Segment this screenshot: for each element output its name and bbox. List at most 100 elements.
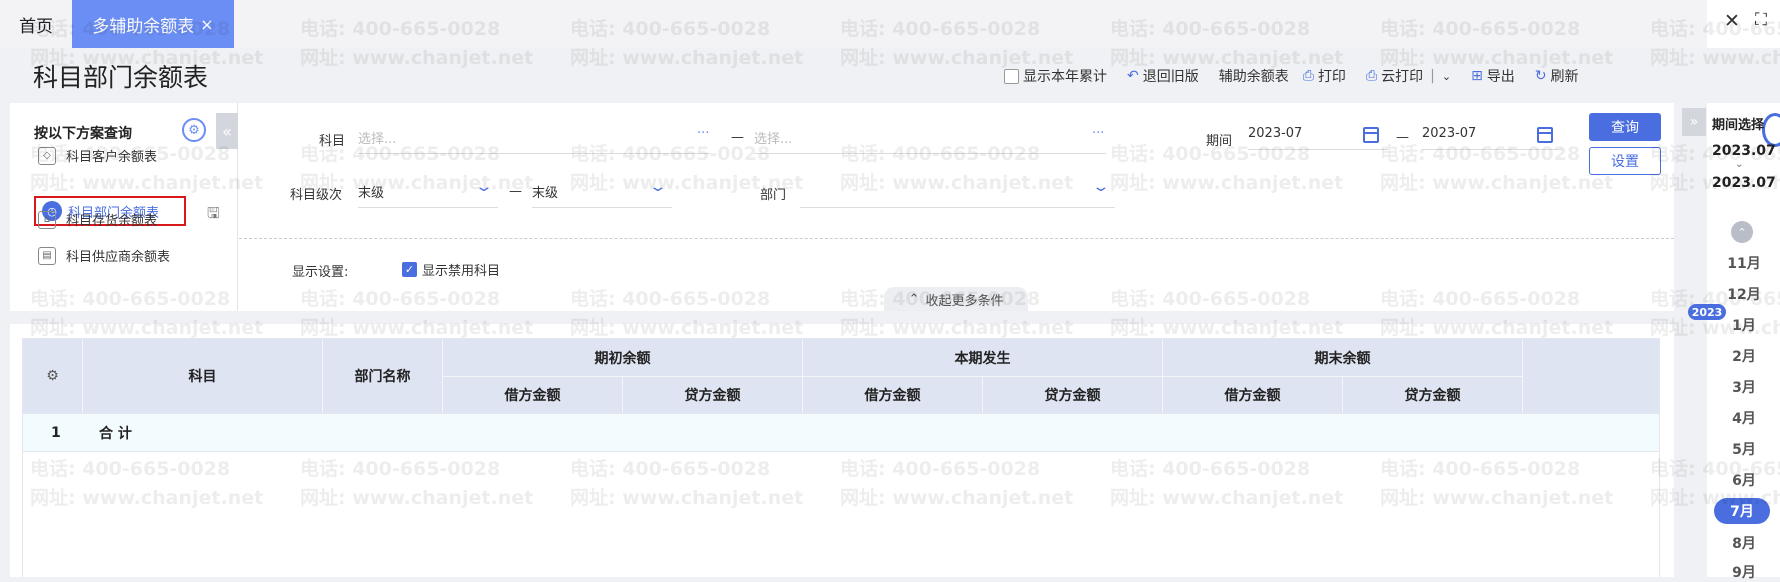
col-group-current: 本期发生: [803, 339, 1163, 376]
col-group-opening: 期初余额: [443, 339, 803, 376]
display-settings-label: 显示设置:: [292, 265, 349, 280]
aux-balance-label: 辅助余额表: [1218, 69, 1289, 85]
collapse-more-label: 收起更多条件: [925, 293, 1004, 309]
col-subject[interactable]: 科目: [83, 339, 323, 413]
collapse-more-button[interactable]: ⌃ 收起更多条件: [884, 287, 1028, 311]
close-icon[interactable]: ✕: [1724, 10, 1740, 32]
chevron-up-icon: ⌃: [908, 291, 920, 307]
printer-icon: ⎙: [1302, 68, 1314, 84]
scheme-title: 按以下方案查询: [34, 126, 132, 142]
month-item[interactable]: 4月: [1726, 408, 1762, 428]
scheme-item-label: 科目存货余额表: [66, 214, 158, 229]
chevron-down-icon[interactable]: ⌄: [1442, 70, 1451, 83]
col-current-credit[interactable]: 贷方金额: [983, 376, 1163, 413]
print-button[interactable]: ⎙ 打印: [1303, 66, 1346, 86]
level-to-value: 末级: [532, 186, 559, 201]
month-item[interactable]: 12月: [1726, 284, 1762, 304]
chevron-down-icon[interactable]: ⌄: [474, 179, 493, 195]
table-row[interactable]: 1 合 计: [22, 414, 1660, 452]
separator: |: [1430, 68, 1435, 84]
refresh-button[interactable]: ↻ 刷新: [1535, 66, 1579, 86]
period-panel-title: 期间选择: [1712, 118, 1765, 133]
chevron-down-icon[interactable]: ⌄: [1091, 179, 1110, 195]
export-button[interactable]: ⊞ 导出: [1471, 66, 1515, 86]
row-index: 1: [51, 425, 61, 441]
scheme-settings-gear-icon[interactable]: ⚙: [182, 118, 206, 142]
month-item[interactable]: 2月: [1726, 346, 1762, 366]
revert-old-button[interactable]: ↶ 退回旧版: [1127, 66, 1199, 86]
scheme-item-customer[interactable]: ◇ 科目客户余额表: [38, 146, 157, 165]
period-panel-from: 2023.07: [1712, 143, 1776, 159]
level-dash: —: [509, 184, 522, 199]
checkbox-box: [1004, 68, 1019, 84]
col-dept[interactable]: 部门名称: [323, 339, 443, 413]
period-panel-sep: ⌄: [1735, 159, 1744, 170]
subject-to-input[interactable]: 选择...: [754, 122, 1106, 154]
month-item[interactable]: 8月: [1726, 533, 1762, 553]
cloud-print-button[interactable]: ⎙ 云打印 | ⌄: [1366, 66, 1451, 86]
chevron-down-icon[interactable]: ⌄: [648, 179, 667, 195]
subject-from-picker-icon[interactable]: ···: [697, 126, 709, 141]
col-opening-credit[interactable]: 贷方金额: [623, 376, 803, 413]
col-current-debit[interactable]: 借方金额: [803, 376, 983, 413]
row-subject: 合 计: [99, 426, 132, 442]
year-badge: 2023: [1688, 304, 1726, 320]
tab-home[interactable]: 首页: [0, 0, 72, 48]
month-item-active[interactable]: 7月: [1714, 498, 1770, 524]
period-panel-to: 2023.07: [1712, 175, 1776, 191]
scheme-item-label: 科目客户余额表: [66, 150, 158, 165]
cloud-print-label: 云打印: [1381, 69, 1424, 85]
dept-select[interactable]: [800, 176, 1115, 208]
dept-label: 部门: [760, 188, 787, 203]
col-group-closing: 期末余额: [1163, 339, 1523, 376]
divider: [239, 238, 1674, 239]
month-item[interactable]: 3月: [1726, 377, 1762, 397]
print-label: 打印: [1317, 69, 1346, 85]
show-disabled-checkbox[interactable]: ✓ 显示禁用科目: [402, 260, 500, 279]
fullscreen-icon[interactable]: ⛶: [1755, 10, 1767, 30]
scheme-item-supplier[interactable]: ▤ 科目供应商余额表: [38, 246, 170, 265]
subject-from-placeholder: 选择...: [358, 132, 397, 147]
query-button[interactable]: 查询: [1589, 113, 1661, 141]
show-year-total-checkbox[interactable]: 显示本年累计: [1004, 66, 1107, 86]
scroll-up-icon[interactable]: ⌃: [1731, 221, 1753, 243]
balance-table: ⚙ 科目 部门名称 期初余额 本期发生 期末余额 借方金额 贷方金额 借方金额 …: [10, 324, 1674, 577]
level-label: 科目级次: [290, 188, 343, 203]
scheme-item-label: 科目供应商余额表: [66, 250, 171, 265]
period-dash: —: [1396, 130, 1409, 145]
subject-from-input[interactable]: 选择...: [358, 122, 710, 154]
check-icon: ✓: [402, 262, 417, 277]
tab-close-icon[interactable]: ×: [200, 15, 213, 34]
show-year-total-label: 显示本年累计: [1023, 69, 1107, 85]
toolbar: 显示本年累计 ↶ 退回旧版 辅助余额表 ⎙ 打印 ⎙ 云打印 | ⌄ ⊞ 导出 ↻ 刷新: [1004, 66, 1579, 86]
collapse-left-icon[interactable]: «: [216, 113, 238, 149]
subject-to-picker-icon[interactable]: ···: [1092, 126, 1104, 141]
subject-to-placeholder: 选择...: [754, 132, 793, 147]
settings-button-label: 设置: [1611, 154, 1639, 170]
month-item[interactable]: 11月: [1726, 253, 1762, 273]
expand-panel-icon[interactable]: »: [1682, 108, 1706, 136]
month-item[interactable]: 5月: [1726, 439, 1762, 459]
tab-multi-aux-balance[interactable]: 多辅助余额表 ×: [72, 0, 234, 48]
col-opening-debit[interactable]: 借方金额: [443, 376, 623, 413]
table-header: ⚙ 科目 部门名称 期初余额 本期发生 期末余额 借方金额 贷方金额 借方金额 …: [22, 338, 1660, 414]
col-closing-debit[interactable]: 借方金额: [1163, 376, 1343, 413]
refresh-label: 刷新: [1550, 69, 1579, 85]
window-controls: ✕ ⛶: [1707, 0, 1780, 48]
tab-home-label: 首页: [19, 16, 53, 37]
month-item[interactable]: 9月: [1726, 562, 1762, 582]
tab-bar: 首页 多辅助余额表 ×: [0, 0, 1707, 48]
month-item[interactable]: 6月: [1726, 470, 1762, 490]
scheme-item-inventory[interactable]: ⌂ 科目存货余额表: [38, 210, 157, 229]
aux-balance-button[interactable]: 辅助余额表: [1219, 66, 1289, 86]
column-settings-gear-icon[interactable]: ⚙: [23, 339, 83, 413]
settings-button[interactable]: 设置: [1589, 147, 1661, 175]
col-closing-credit[interactable]: 贷方金额: [1343, 376, 1523, 413]
calendar-icon[interactable]: [1363, 127, 1379, 143]
month-item[interactable]: 1月: [1726, 315, 1762, 335]
undo-icon: ↶: [1127, 68, 1139, 84]
save-scheme-icon[interactable]: 🖫: [207, 203, 220, 228]
cloud-printer-icon: ⎙: [1365, 68, 1378, 84]
calendar-icon[interactable]: [1537, 127, 1553, 143]
show-disabled-label: 显示禁用科目: [422, 264, 501, 279]
